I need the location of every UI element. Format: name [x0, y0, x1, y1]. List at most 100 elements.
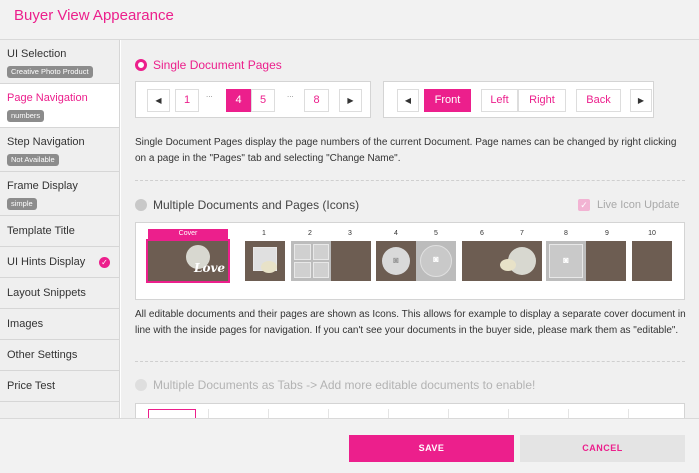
- divider: [135, 180, 685, 181]
- multiple-icons-label: Multiple Documents and Pages (Icons): [153, 198, 360, 212]
- tab-preview: [508, 409, 556, 418]
- page-thumbnail-8-9[interactable]: ◙: [546, 241, 626, 281]
- flower-decoration: [261, 261, 277, 273]
- tab-preview: [448, 409, 496, 418]
- page-title: Buyer View Appearance: [14, 7, 174, 24]
- sidebar-item-frame-display[interactable]: Frame Display simple: [0, 172, 119, 216]
- page-button-4[interactable]: 4: [226, 89, 251, 112]
- page-number: 8: [564, 230, 568, 237]
- document-tabs-preview: [135, 403, 685, 418]
- page-thumbnail-4-5[interactable]: ◙ ◙: [376, 241, 456, 281]
- prev-side-button[interactable]: ◀: [397, 89, 419, 112]
- photo-placeholder: [294, 262, 311, 278]
- pager-ellipsis: ...: [287, 90, 294, 99]
- page-number: 7: [520, 230, 524, 237]
- photo-placeholder: [313, 262, 329, 278]
- sidebar: UI Selection Creative Photo Product Page…: [0, 40, 120, 418]
- multiple-icons-radio[interactable]: [135, 199, 147, 211]
- sidebar-item-template-title[interactable]: Template Title: [0, 216, 119, 247]
- page-number: 10: [648, 230, 656, 237]
- header: Buyer View Appearance: [0, 0, 699, 40]
- single-pages-radio[interactable]: [135, 59, 147, 71]
- page-button-8[interactable]: 8: [304, 89, 329, 112]
- sidebar-item-label: Template Title: [7, 225, 75, 237]
- page-number: 2: [308, 230, 312, 237]
- photo-placeholder: [294, 244, 311, 260]
- sidebar-item-layout-snippets[interactable]: Layout Snippets: [0, 278, 119, 309]
- sidebar-item-price-test[interactable]: Price Test: [0, 371, 119, 402]
- live-icon-update-checkbox[interactable]: ✓: [578, 199, 590, 211]
- page-thumbnail-10[interactable]: [632, 241, 672, 281]
- sidebar-item-ui-hints-display[interactable]: UI Hints Display ✓: [0, 247, 119, 278]
- sidebar-item-other-settings[interactable]: Other Settings: [0, 340, 119, 371]
- page-number: 6: [480, 230, 484, 237]
- tab-preview: [388, 409, 436, 418]
- camera-icon: ◙: [393, 255, 399, 265]
- page-number: 1: [262, 230, 266, 237]
- divider: [135, 361, 685, 362]
- page-number-pager: ◀ 1 ... 4 5 ... 8 ▶: [135, 81, 371, 118]
- cover-thumbnail[interactable]: Love: [146, 239, 230, 283]
- cover-label: Cover: [148, 229, 228, 239]
- sidebar-item-page-navigation[interactable]: Page Navigation numbers: [0, 84, 119, 128]
- cover-text: Love: [194, 261, 226, 275]
- single-pages-label: Single Document Pages: [153, 58, 282, 72]
- page-thumbnail-1[interactable]: [245, 241, 285, 281]
- photo-placeholder: [313, 244, 329, 260]
- text-page: [331, 241, 371, 281]
- single-pages-description: Single Document Pages display the page n…: [135, 137, 677, 164]
- tab-preview: [628, 409, 676, 418]
- document-icons-strip: Cover Love 1 2 3 4 5 ◙ ◙ 6 7 8 9 ◙ 10: [135, 222, 685, 300]
- page-thumbnail-6-7[interactable]: [462, 241, 542, 281]
- page-thumbnail-2-3[interactable]: [291, 241, 371, 281]
- sidebar-item-label: Layout Snippets: [7, 287, 86, 299]
- side-button-back[interactable]: Back: [576, 89, 621, 112]
- side-button-left[interactable]: Left: [481, 89, 518, 112]
- page-button-5[interactable]: 5: [251, 89, 275, 112]
- multiple-icons-description: All editable documents and their pages a…: [135, 309, 686, 336]
- camera-icon: ◙: [563, 255, 569, 265]
- sidebar-item-label: Page Navigation: [7, 92, 88, 104]
- sidebar-item-label: Images: [7, 318, 44, 330]
- next-side-button[interactable]: ▶: [630, 89, 652, 112]
- tabs-radio[interactable]: [135, 379, 147, 391]
- sidebar-item-ui-selection[interactable]: UI Selection Creative Photo Product: [0, 40, 119, 84]
- cancel-button[interactable]: CANCEL: [520, 435, 685, 462]
- page-side-pager: ◀ Front Left Right Back ▶: [383, 81, 654, 118]
- sidebar-item-images[interactable]: Images: [0, 309, 119, 340]
- tab-preview: [148, 409, 196, 418]
- page-button-1[interactable]: 1: [175, 89, 199, 112]
- side-button-right[interactable]: Right: [518, 89, 566, 112]
- prev-page-button[interactable]: ◀: [147, 89, 170, 112]
- main-panel: Single Document Pages ◀ 1 ... 4 5 ... 8 …: [121, 40, 699, 418]
- tab-preview: [328, 409, 376, 418]
- footer: SAVE CANCEL: [0, 418, 699, 473]
- check-circle-icon: ✓: [99, 257, 110, 268]
- status-badge: Not Available: [7, 154, 59, 166]
- sidebar-item-label: Price Test: [7, 380, 56, 392]
- status-badge: numbers: [7, 110, 45, 122]
- status-badge: simple: [7, 198, 37, 210]
- pager-ellipsis: ...: [206, 90, 213, 99]
- sidebar-item-label: Frame Display: [7, 180, 78, 192]
- sidebar-item-step-navigation[interactable]: Step Navigation Not Available: [0, 128, 119, 172]
- next-page-button[interactable]: ▶: [339, 89, 362, 112]
- page-number: 5: [434, 230, 438, 237]
- tab-preview: [268, 409, 316, 418]
- save-button[interactable]: SAVE: [349, 435, 514, 462]
- tabs-label: Multiple Documents as Tabs -> Add more e…: [153, 378, 536, 392]
- flower-decoration: [500, 259, 516, 271]
- sidebar-item-label: Other Settings: [7, 349, 78, 361]
- tab-preview: [208, 409, 256, 418]
- sidebar-item-label: UI Selection: [7, 48, 67, 60]
- camera-icon: ◙: [433, 254, 439, 264]
- sidebar-item-label: UI Hints Display: [7, 256, 86, 268]
- live-icon-update-label: Live Icon Update: [597, 199, 680, 211]
- page-number: 4: [394, 230, 398, 237]
- status-badge: Creative Photo Product: [7, 66, 93, 78]
- tab-preview: [568, 409, 616, 418]
- sidebar-item-label: Step Navigation: [7, 136, 85, 148]
- side-button-front[interactable]: Front: [424, 89, 471, 112]
- page-number: 3: [348, 230, 352, 237]
- page-number: 9: [605, 230, 609, 237]
